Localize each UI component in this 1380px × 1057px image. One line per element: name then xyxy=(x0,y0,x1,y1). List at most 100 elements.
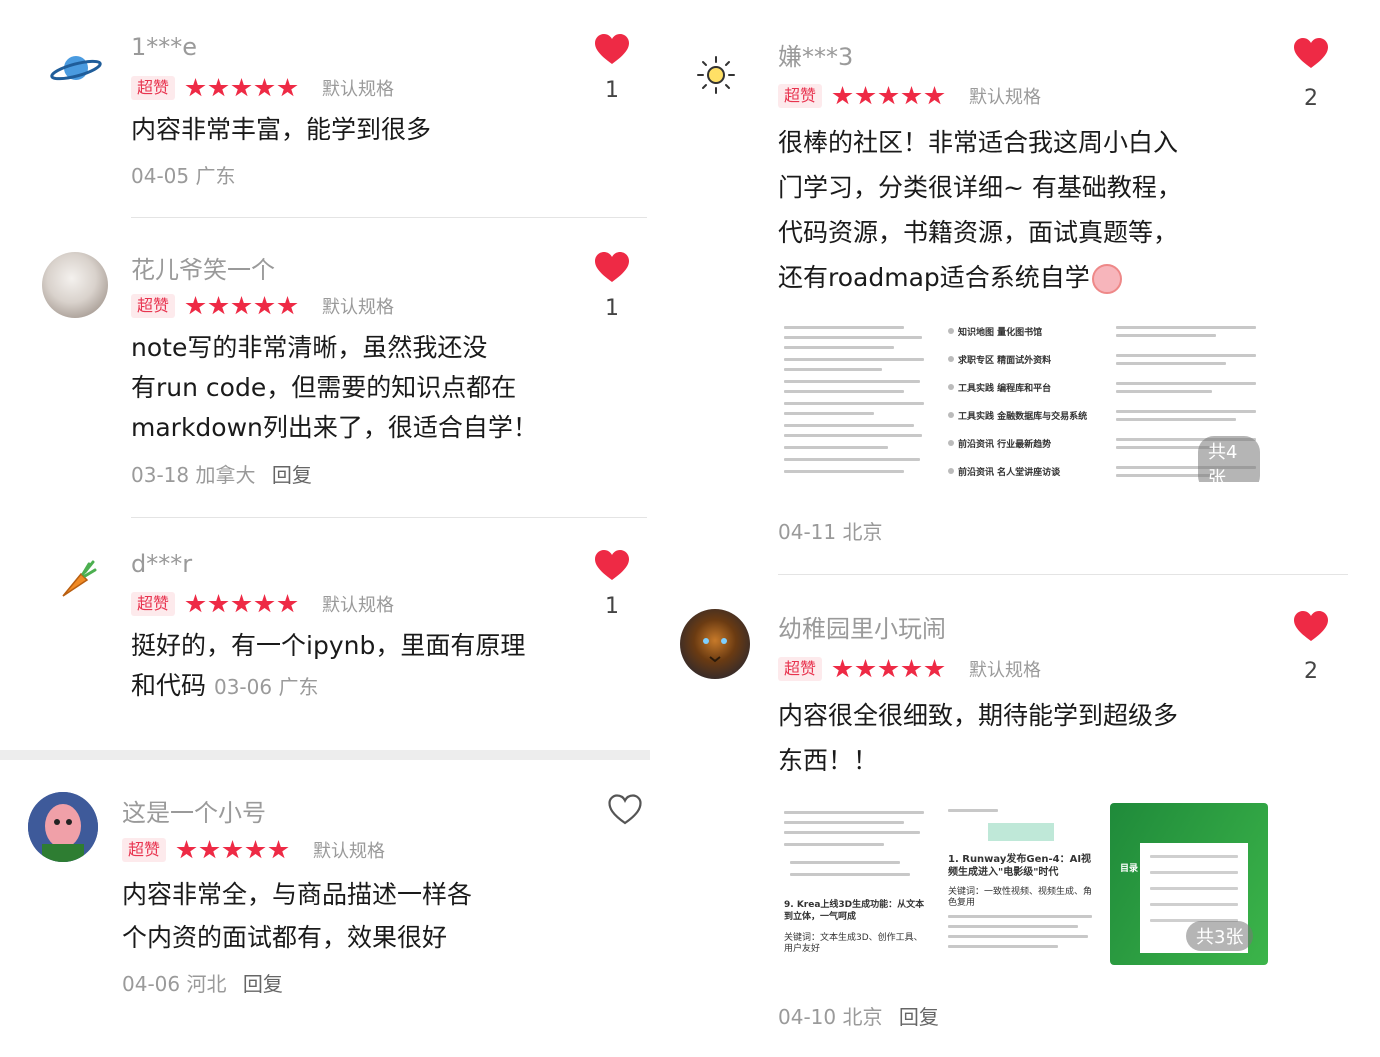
review-text: 挺好的，有一个ipynb，里面有原理 和代码 03-06 广东 xyxy=(131,626,525,707)
rating-badge: 超赞 xyxy=(131,294,176,318)
thumb-label: 目录 xyxy=(1120,864,1139,874)
spec-label: 默认规格 xyxy=(322,79,395,100)
review-line: 内容非常丰富，能学到很多 xyxy=(131,115,432,144)
review-item: 幼稚园里小玩闹 超赞 默认规格 内容很全很细致，期待能学到超级多 东西！！ 9.… xyxy=(650,575,1380,1057)
thumb-item: 前沿资讯 名人堂讲座访谈 xyxy=(958,468,1061,478)
avatar[interactable] xyxy=(28,792,98,862)
heart-filled-icon[interactable] xyxy=(1294,38,1328,70)
review-line-text: 还有roadmap适合系统自学 xyxy=(778,263,1090,292)
review-date-location: 03-06 广东 xyxy=(213,675,319,699)
review-line: 内容很全很细致，期待能学到超级多 xyxy=(778,701,1179,730)
reviewer-name[interactable]: 幼稚园里小玩闹 xyxy=(778,609,946,644)
thumb-item: 求职专区 精面试外资料 xyxy=(958,356,1052,366)
review-item: 嫌***3 超赞 默认规格 很棒的社区！非常适合我这周小白入 门学习，分类很详细… xyxy=(650,0,1380,570)
star-rating xyxy=(176,840,291,860)
review-meta: 超赞 默认规格 xyxy=(131,591,394,617)
review-image-strip[interactable]: 9. Krea上线3D生成功能：从文本到立体，一气呵成 关键词：文本生成3D、创… xyxy=(780,803,1270,965)
reply-link[interactable]: 回复 xyxy=(272,463,312,487)
review-date-location: 04-05 广东 xyxy=(131,164,236,188)
review-line: 很棒的社区！非常适合我这周小白入 xyxy=(778,128,1179,157)
reviewer-name[interactable]: 嫌***3 xyxy=(778,37,853,72)
like-count: 2 xyxy=(1304,659,1318,684)
like-count: 1 xyxy=(605,78,619,103)
review-meta: 超赞 默认规格 xyxy=(122,837,385,863)
review-item: 1***e 超赞 默认规格 内容非常丰富，能学到很多 04-05 广东 1 xyxy=(0,0,690,215)
review-image-strip[interactable]: 知识地图 量化图书馆 求职专区 精面试外资料 工具实践 编程库和平台 工具实践 … xyxy=(780,320,1260,482)
review-item: d***r 超赞 默认规格 挺好的，有一个ipynb，里面有原理 和代码 03-… xyxy=(0,518,690,748)
article-thumbnail: 1. Runway发布Gen-4：AI视频生成进入"电影级"时代 关键词：一致性… xyxy=(948,803,1098,965)
thumb-keywords: 关键词：一致性视频、视频生成、角色复用 xyxy=(948,887,1093,908)
review-text: 内容非常全，与商品描述一样各 个内资的面试都有，效果很好 xyxy=(122,873,472,959)
doc-thumbnail xyxy=(780,320,930,482)
review-text: 内容非常丰富，能学到很多 xyxy=(131,112,431,148)
thumb-item: 工具实践 编程库和平台 xyxy=(958,384,1052,394)
heart-filled-icon[interactable] xyxy=(595,252,629,284)
spec-label: 默认规格 xyxy=(322,297,395,318)
review-text: 内容很全很细致，期待能学到超级多 东西！！ xyxy=(778,693,1178,783)
review-meta: 超赞 默认规格 xyxy=(778,83,1041,109)
review-text: note写的非常清晰，虽然我还没 有run code，但需要的知识点都在 mar… xyxy=(131,328,538,448)
left-reviews-panel: 1***e 超赞 默认规格 内容非常丰富，能学到很多 04-05 广东 1 花儿… xyxy=(0,0,690,750)
menu-thumbnail: 知识地图 量化图书馆 求职专区 精面试外资料 工具实践 编程库和平台 工具实践 … xyxy=(948,320,1088,482)
review-line: 有run code，但需要的知识点都在 xyxy=(131,373,517,402)
planet-icon[interactable] xyxy=(48,44,104,92)
heart-filled-icon[interactable] xyxy=(595,550,629,582)
rating-badge: 超赞 xyxy=(122,838,167,862)
star-rating xyxy=(185,296,300,316)
like-count: 1 xyxy=(605,594,619,619)
review-date-location: 04-11 北京 xyxy=(778,520,883,544)
review-line: 代码资源，书籍资源，面试真题等， xyxy=(778,218,1179,247)
review-line: 挺好的，有一个ipynb，里面有原理 xyxy=(131,631,526,660)
like-count: 2 xyxy=(1304,86,1318,111)
spec-label: 默认规格 xyxy=(969,660,1042,681)
thumb-item: 工具实践 金融数据库与交易系统 xyxy=(958,412,1088,422)
review-meta: 超赞 默认规格 xyxy=(778,656,1041,682)
article-thumbnail: 9. Krea上线3D生成功能：从文本到立体，一气呵成 关键词：文本生成3D、创… xyxy=(780,803,930,965)
rating-badge: 超赞 xyxy=(778,657,823,681)
reply-link[interactable]: 回复 xyxy=(899,1005,939,1029)
spec-label: 默认规格 xyxy=(969,87,1042,108)
like-count: 1 xyxy=(605,296,619,321)
star-rating xyxy=(832,86,947,106)
review-line: 东西！！ xyxy=(778,746,879,775)
date-location: 03-18 加拿大 xyxy=(131,463,256,487)
heart-filled-icon[interactable] xyxy=(595,34,629,66)
left-bottom-panel: 这是一个小号 超赞 默认规格 内容非常全，与商品描述一样各 个内资的面试都有，效… xyxy=(0,760,690,1057)
review-line: 和代码 03-06 广东 xyxy=(131,666,525,707)
rating-badge: 超赞 xyxy=(778,84,823,108)
thumb-item: 知识地图 量化图书馆 xyxy=(958,328,1043,338)
star-rating xyxy=(185,594,300,614)
star-rating xyxy=(185,78,300,98)
review-line: 还有roadmap适合系统自学 xyxy=(778,255,1182,300)
image-count-badge: 共4张 xyxy=(1198,436,1260,482)
review-date-location: 03-18 加拿大 回复 xyxy=(131,459,312,488)
date-location: 04-06 河北 xyxy=(122,972,227,996)
review-line-text: 和代码 xyxy=(131,671,207,700)
reviewer-name[interactable]: d***r xyxy=(131,550,192,578)
spec-label: 默认规格 xyxy=(322,595,395,616)
review-meta: 超赞 默认规格 xyxy=(131,293,394,319)
right-reviews-panel: 嫌***3 超赞 默认规格 很棒的社区！非常适合我这周小白入 门学习，分类很详细… xyxy=(650,0,1380,1057)
review-item: 这是一个小号 超赞 默认规格 内容非常全，与商品描述一样各 个内资的面试都有，效… xyxy=(0,760,690,1057)
thumb-heading: 1. Runway发布Gen-4：AI视频生成进入"电影级"时代 xyxy=(948,854,1092,878)
review-line: 内容非常全，与商品描述一样各 xyxy=(122,880,473,909)
review-meta: 超赞 默认规格 xyxy=(131,75,394,101)
reply-link[interactable]: 回复 xyxy=(243,972,283,996)
thumb-heading: 9. Krea上线3D生成功能：从文本到立体，一气呵成 xyxy=(784,900,925,922)
sun-icon[interactable] xyxy=(696,55,736,95)
avatar[interactable] xyxy=(680,609,750,679)
reviewer-name[interactable]: 花儿爷笑一个 xyxy=(131,250,275,285)
review-line: 门学习，分类很详细~ 有基础教程， xyxy=(778,173,1182,202)
pig-emoji-icon xyxy=(1091,264,1122,294)
heart-outline-icon[interactable] xyxy=(608,794,642,826)
reviewer-name[interactable]: 这是一个小号 xyxy=(122,793,266,828)
rating-badge: 超赞 xyxy=(131,592,176,616)
reviewer-name[interactable]: 1***e xyxy=(131,33,197,61)
thumb-keywords: 关键词：文本生成3D、创作工具、用户友好 xyxy=(784,933,923,954)
avatar[interactable] xyxy=(42,252,108,318)
review-line: note写的非常清晰，虽然我还没 xyxy=(131,333,488,362)
star-rating xyxy=(832,659,947,679)
heart-filled-icon[interactable] xyxy=(1294,611,1328,643)
rating-badge: 超赞 xyxy=(131,76,176,100)
carrot-icon[interactable] xyxy=(55,560,97,602)
